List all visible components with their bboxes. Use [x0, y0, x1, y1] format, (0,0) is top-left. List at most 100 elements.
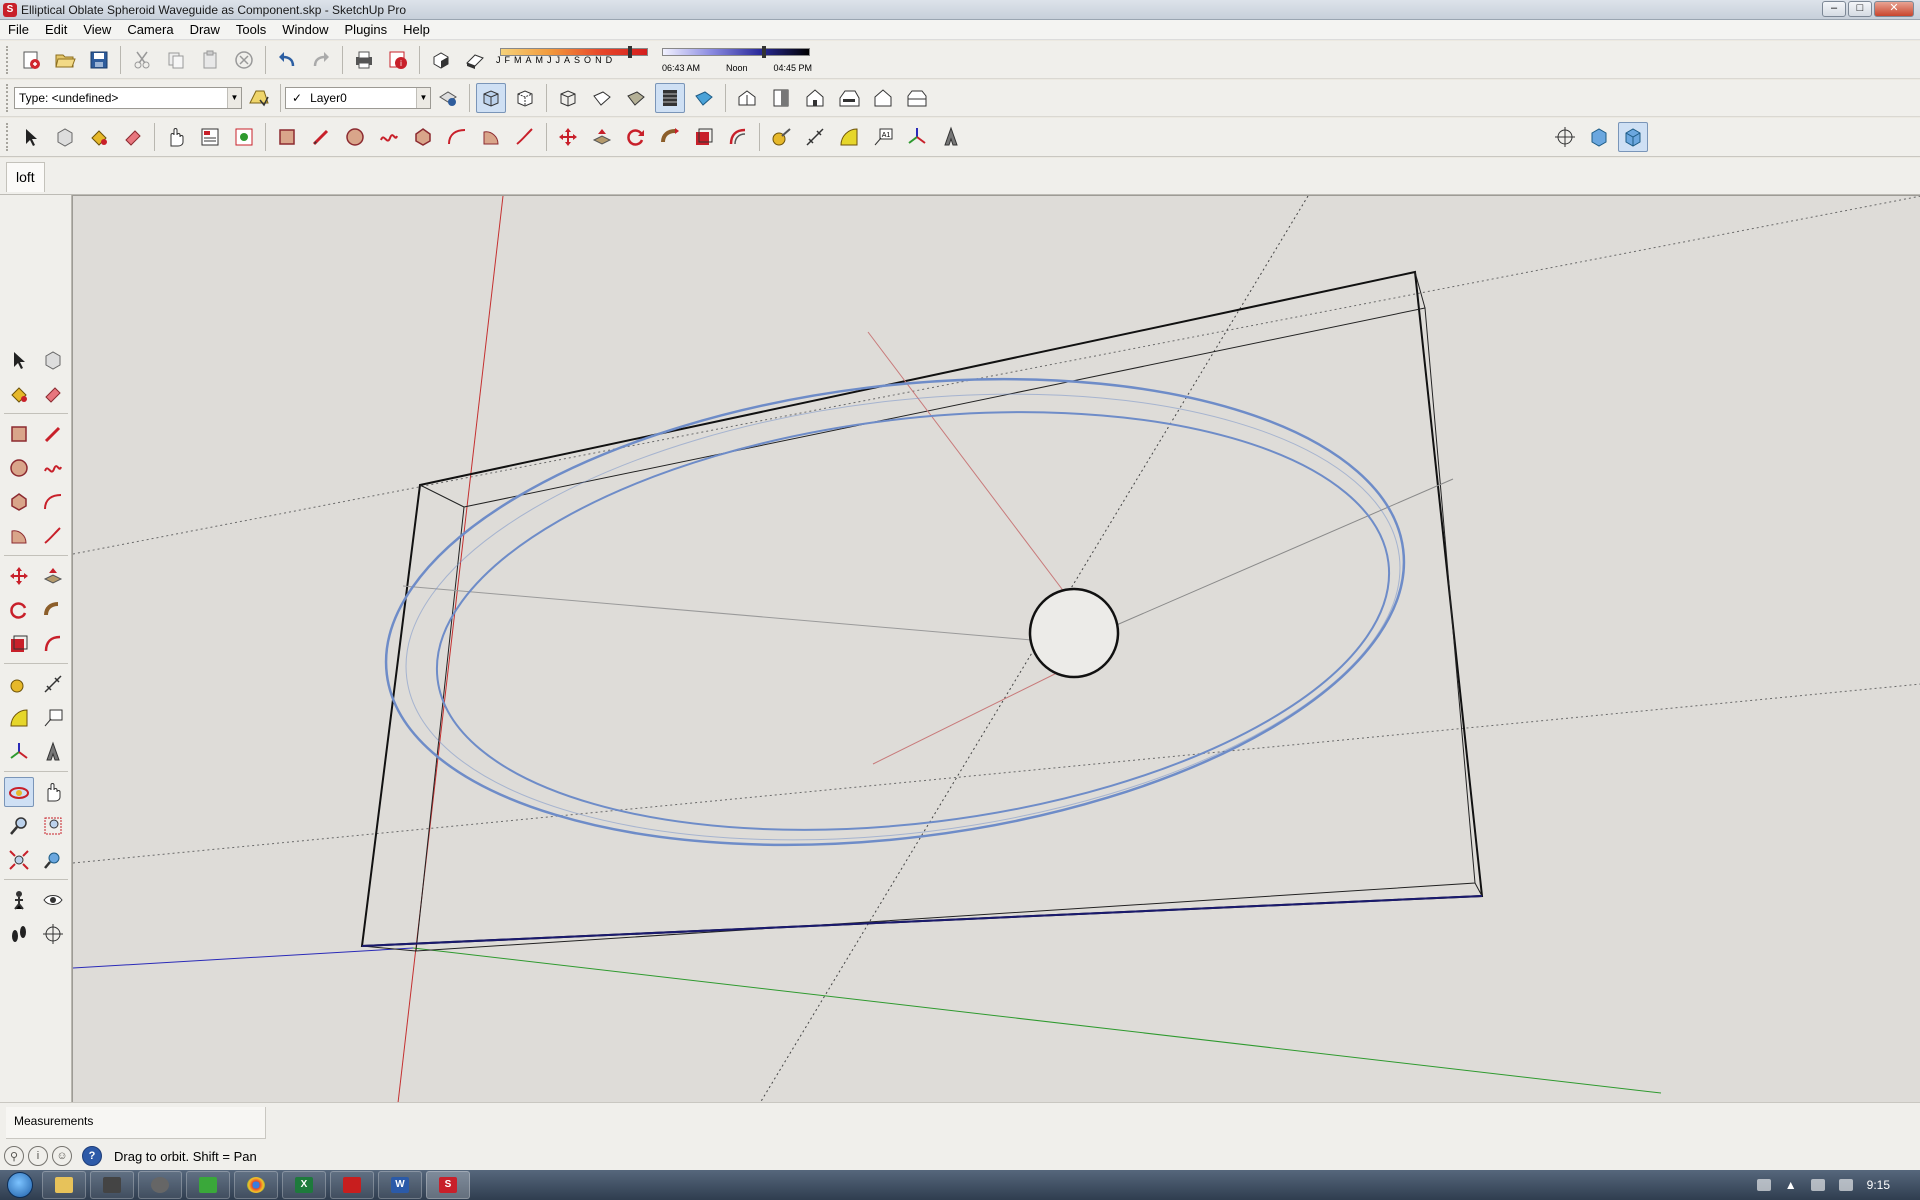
- scene-tab[interactable]: loft: [6, 162, 45, 192]
- back-view-button[interactable]: [868, 83, 898, 113]
- left-view-button[interactable]: [902, 83, 932, 113]
- menu-edit[interactable]: Edit: [37, 22, 75, 37]
- layer-dropdown[interactable]: ✓ Layer0 ▼: [285, 87, 431, 109]
- tape-measure-button[interactable]: [4, 669, 34, 699]
- menu-camera[interactable]: Camera: [119, 22, 181, 37]
- fog-toggle-button[interactable]: [460, 45, 490, 75]
- push-pull-button[interactable]: [38, 561, 68, 591]
- freehand-tool-button[interactable]: [38, 453, 68, 483]
- time-slider[interactable]: [662, 48, 810, 56]
- start-button[interactable]: [0, 1170, 40, 1200]
- new-file-button[interactable]: [16, 45, 46, 75]
- time-slider-thumb[interactable]: [762, 46, 766, 58]
- menu-help[interactable]: Help: [395, 22, 438, 37]
- clock[interactable]: 9:15: [1867, 1178, 1890, 1192]
- taskbar-chrome[interactable]: [234, 1171, 278, 1199]
- taskbar-explorer[interactable]: [42, 1171, 86, 1199]
- geo-location-icon[interactable]: ⚲: [4, 1146, 24, 1166]
- line-tool-button[interactable]: [38, 419, 68, 449]
- shadows-toggle-button[interactable]: [426, 45, 456, 75]
- push-pull-button[interactable]: [587, 122, 617, 152]
- line-tool-button[interactable]: [306, 122, 336, 152]
- freehand-tool-button[interactable]: [374, 122, 404, 152]
- network-icon[interactable]: [1810, 1179, 1825, 1191]
- undo-button[interactable]: [272, 45, 302, 75]
- taskbar-app-4[interactable]: [186, 1171, 230, 1199]
- entity-type-dropdown[interactable]: Type: <undefined> ▼: [14, 87, 242, 109]
- menu-plugins[interactable]: Plugins: [337, 22, 396, 37]
- erase-button[interactable]: [229, 45, 259, 75]
- axes-tool-button[interactable]: [4, 737, 34, 767]
- arc-tool-button[interactable]: [38, 487, 68, 517]
- rectangle-tool-button[interactable]: [4, 419, 34, 449]
- top-view-button[interactable]: [766, 83, 796, 113]
- user-icon[interactable]: ☺: [52, 1146, 72, 1166]
- follow-me-button[interactable]: [38, 595, 68, 625]
- three-point-arc-button[interactable]: [510, 122, 540, 152]
- circle-tool-button[interactable]: [4, 453, 34, 483]
- maximize-button[interactable]: □: [1848, 1, 1872, 17]
- section-plane-button[interactable]: [38, 919, 68, 949]
- model-info-button[interactable]: i: [383, 45, 413, 75]
- keyboard-icon[interactable]: [1756, 1179, 1771, 1191]
- shaded-textures-style-button[interactable]: [655, 83, 685, 113]
- move-tool-button[interactable]: [4, 561, 34, 591]
- pan-tool-button[interactable]: [38, 777, 68, 807]
- date-slider[interactable]: [500, 48, 648, 56]
- taskbar-word[interactable]: W: [378, 1171, 422, 1199]
- scale-tool-button[interactable]: [689, 122, 719, 152]
- tray-expand-icon[interactable]: ▲: [1785, 1178, 1797, 1192]
- rotate-tool-button[interactable]: [621, 122, 651, 152]
- taskbar-acrobat[interactable]: [330, 1171, 374, 1199]
- front-view-button[interactable]: [800, 83, 830, 113]
- move-tool-button[interactable]: [553, 122, 583, 152]
- date-slider-thumb[interactable]: [628, 46, 632, 58]
- follow-me-button[interactable]: [655, 122, 685, 152]
- close-button[interactable]: ✕: [1874, 1, 1914, 17]
- menu-view[interactable]: View: [75, 22, 119, 37]
- credits-icon[interactable]: i: [28, 1146, 48, 1166]
- save-button[interactable]: [84, 45, 114, 75]
- tape-measure-button[interactable]: [766, 122, 796, 152]
- polygon-tool-button[interactable]: [4, 487, 34, 517]
- copy-button[interactable]: [161, 45, 191, 75]
- minimize-button[interactable]: –: [1822, 1, 1846, 17]
- xray-style-button[interactable]: [476, 83, 506, 113]
- perspective-view-button[interactable]: [1618, 122, 1648, 152]
- pie-tool-button[interactable]: [4, 521, 34, 551]
- make-component-button[interactable]: [50, 122, 80, 152]
- orbit-tool-button[interactable]: [4, 777, 34, 807]
- rotate-tool-button[interactable]: [4, 595, 34, 625]
- make-component-button[interactable]: [38, 345, 68, 375]
- arc-tool-button[interactable]: [442, 122, 472, 152]
- wireframe-style-button[interactable]: [553, 83, 583, 113]
- outliner-button[interactable]: [195, 122, 225, 152]
- zoom-tool-button[interactable]: [4, 811, 34, 841]
- circle-tool-button[interactable]: [340, 122, 370, 152]
- taskbar-sketchup[interactable]: S: [426, 1171, 470, 1199]
- component-options-button[interactable]: [244, 83, 274, 113]
- paint-bucket-button[interactable]: [4, 379, 34, 409]
- zoom-extents-button[interactable]: [4, 845, 34, 875]
- volume-icon[interactable]: [1838, 1179, 1853, 1191]
- dimension-tool-button[interactable]: [800, 122, 830, 152]
- polygon-tool-button[interactable]: [408, 122, 438, 152]
- text-tool-button[interactable]: [38, 703, 68, 733]
- look-around-button[interactable]: [38, 885, 68, 915]
- hidden-line-style-button[interactable]: [587, 83, 617, 113]
- position-camera-button[interactable]: [4, 885, 34, 915]
- paste-button[interactable]: [195, 45, 225, 75]
- menu-window[interactable]: Window: [274, 22, 336, 37]
- help-icon[interactable]: ?: [82, 1146, 102, 1166]
- pie-tool-button[interactable]: [476, 122, 506, 152]
- scale-tool-button[interactable]: [4, 629, 34, 659]
- redo-button[interactable]: [306, 45, 336, 75]
- pan-hand-button[interactable]: [161, 122, 191, 152]
- taskbar-app-3[interactable]: [138, 1171, 182, 1199]
- cut-button[interactable]: [127, 45, 157, 75]
- protractor-button[interactable]: [834, 122, 864, 152]
- protractor-button[interactable]: [4, 703, 34, 733]
- eraser-tool-button[interactable]: [38, 379, 68, 409]
- text-tool-button[interactable]: A1: [868, 122, 898, 152]
- open-file-button[interactable]: [50, 45, 80, 75]
